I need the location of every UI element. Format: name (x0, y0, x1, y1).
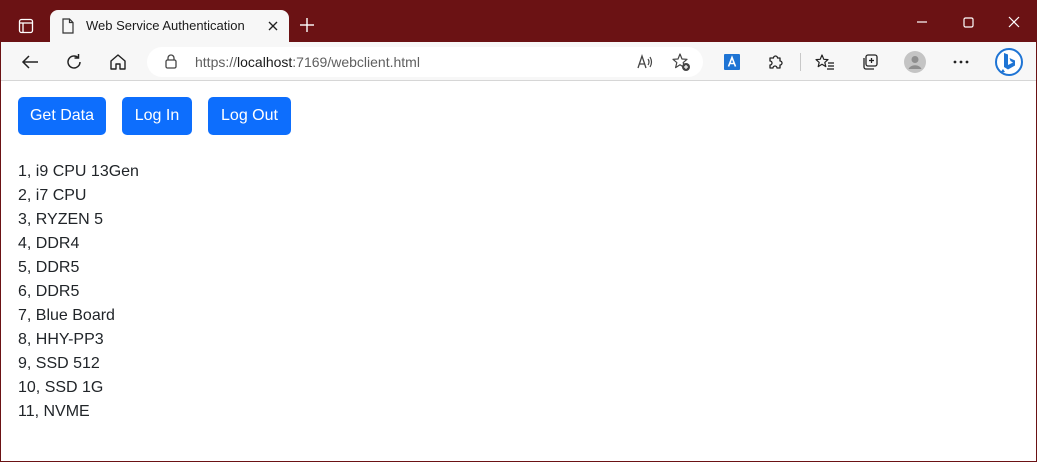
copilot-icon[interactable] (993, 46, 1025, 78)
lock-icon[interactable] (165, 54, 177, 74)
page-icon (61, 18, 75, 39)
list-item: 6, DDR5 (18, 283, 80, 300)
translate-icon[interactable] (720, 50, 744, 74)
maximize-icon[interactable] (957, 11, 979, 33)
back-icon[interactable] (18, 50, 42, 74)
close-icon[interactable] (264, 17, 282, 35)
list-item: 7, Blue Board (18, 307, 115, 324)
read-aloud-icon[interactable] (636, 53, 654, 76)
list-item: 8, HHY-PP3 (18, 331, 104, 348)
browser-toolbar: https://localhost:7169/webclient.html (1, 42, 1036, 81)
more-icon[interactable] (949, 50, 973, 74)
favorite-add-icon[interactable] (671, 52, 691, 77)
list-item: 3, RYZEN 5 (18, 211, 104, 228)
url-text[interactable]: https://localhost:7169/webclient.html (195, 54, 420, 70)
browser-window: Web Service Authentication https://local… (0, 0, 1037, 462)
log-out-button[interactable]: Log Out (208, 97, 291, 135)
get-data-button[interactable]: Get Data (18, 97, 106, 135)
home-icon[interactable] (106, 50, 130, 74)
list-item: 2, i7 CPU (18, 187, 87, 204)
profile-icon[interactable] (903, 50, 927, 74)
favorites-icon[interactable] (813, 50, 837, 74)
address-bar[interactable]: https://localhost:7169/webclient.html (147, 47, 703, 77)
page-content: Get Data Log In Log Out 1, i9 CPU 13Gen … (1, 81, 1036, 461)
list-item: 4, DDR4 (18, 235, 80, 252)
title-bar: Web Service Authentication (1, 1, 1036, 42)
collections-icon[interactable] (858, 50, 882, 74)
tab-actions-icon[interactable] (14, 14, 38, 38)
list-item: 5, DDR5 (18, 259, 80, 276)
plus-icon[interactable] (297, 15, 317, 35)
browser-tab[interactable]: Web Service Authentication (50, 10, 289, 42)
toolbar-divider (800, 53, 801, 71)
extensions-icon[interactable] (764, 50, 788, 74)
list-item: 10, SSD 1G (18, 379, 104, 396)
minimize-icon[interactable] (911, 11, 933, 33)
tab-title: Web Service Authentication (86, 18, 245, 33)
list-item: 9, SSD 512 (18, 355, 100, 372)
list-item: 1, i9 CPU 13Gen (18, 163, 139, 180)
close-icon[interactable] (1003, 11, 1025, 33)
data-list: 1, i9 CPU 13Gen 2, i7 CPU 3, RYZEN 5 4, … (18, 161, 139, 425)
list-item: 11, NVME (18, 403, 90, 420)
log-in-button[interactable]: Log In (122, 97, 192, 135)
refresh-icon[interactable] (62, 50, 86, 74)
